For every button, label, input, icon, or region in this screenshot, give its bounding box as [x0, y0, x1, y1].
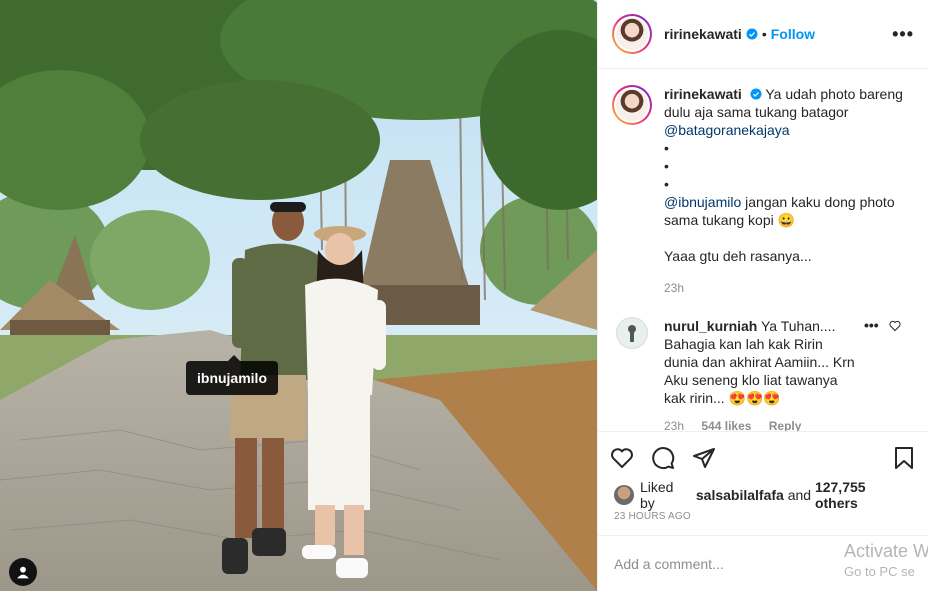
mention-ibnujamilo[interactable]: @ibnujamilo	[664, 194, 741, 210]
caption-text-line3: Yaaa gtu deh rasanya...	[664, 248, 812, 264]
user-tag-icon	[17, 566, 29, 579]
post-side-panel: ririnekawati • Follow ••• ririnekawati Y…	[597, 0, 928, 591]
paper-plane-icon[interactable]	[692, 446, 716, 470]
author-username[interactable]: ririnekawati	[664, 26, 742, 42]
post-header: ririnekawati • Follow •••	[598, 0, 928, 69]
caption-body: ririnekawati Ya udah photo bareng dulu a…	[664, 85, 904, 297]
comment-likes[interactable]: 544 likes	[701, 419, 751, 431]
comment-bubble-icon[interactable]	[651, 446, 675, 470]
instagram-post-viewer: ibnujamilo ririnekawati • Follow ••• rir…	[0, 0, 928, 591]
likes-middle: and	[787, 487, 812, 503]
comment-time[interactable]: 23h	[664, 419, 684, 431]
comment-actions: •••	[864, 317, 901, 431]
comment-reply-button[interactable]: Reply	[769, 419, 802, 431]
add-comment-input[interactable]: Add a comment...	[614, 556, 724, 572]
comment-username[interactable]: nurul_kurniah	[664, 318, 757, 334]
caption-meta: 23h	[664, 279, 904, 297]
comment-meta: 23h 544 likes Reply	[664, 417, 860, 431]
comment-body: nurul_kurniah Ya Tuhan.... Bahagia kan l…	[664, 317, 860, 431]
photo-scene	[0, 0, 597, 591]
comments-section: ririnekawati Ya udah photo bareng dulu a…	[598, 69, 928, 431]
watermark-line2: Go to PC se	[844, 564, 915, 579]
caption-bullet: •	[664, 176, 669, 192]
comment-item: nurul_kurniah Ya Tuhan.... Bahagia kan l…	[612, 317, 914, 431]
comment-avatar-figure-icon	[628, 325, 636, 342]
user-tag-button[interactable]	[9, 558, 37, 586]
caption-avatar[interactable]	[612, 85, 652, 125]
author-avatar[interactable]	[612, 14, 652, 54]
caption: ririnekawati Ya udah photo bareng dulu a…	[612, 85, 914, 297]
liker-username[interactable]: salsabilalfafa	[696, 487, 784, 503]
post-photo[interactable]: ibnujamilo	[0, 0, 597, 591]
verified-badge-icon	[750, 88, 762, 100]
watermark-line1: Activate W	[844, 541, 928, 561]
header-dot: •	[761, 26, 767, 42]
mention-batagoranekajaya[interactable]: @batagoranekajaya	[664, 122, 790, 138]
comment-avatar[interactable]	[616, 317, 648, 349]
caption-username[interactable]: ririnekawati	[664, 86, 742, 102]
caption-time[interactable]: 23h	[664, 281, 684, 295]
post-actions	[598, 431, 928, 483]
photo-user-tag[interactable]: ibnujamilo	[186, 355, 278, 395]
follow-button[interactable]: Follow	[771, 26, 815, 42]
bookmark-icon[interactable]	[892, 446, 916, 470]
likes-summary: Liked by salsabilalfafa and 127,755 othe…	[598, 479, 928, 511]
liker-avatar[interactable]	[614, 485, 634, 505]
caption-bullet: •	[664, 140, 669, 156]
verified-badge-icon	[746, 28, 758, 40]
post-timestamp[interactable]: 23 HOURS AGO	[598, 507, 928, 535]
heart-icon[interactable]	[610, 446, 634, 470]
comment-heart-icon[interactable]	[889, 320, 901, 332]
windows-activation-watermark: Activate W Go to PC se	[844, 541, 928, 579]
caption-bullet: •	[664, 158, 669, 174]
post-options-button[interactable]: •••	[892, 24, 914, 45]
comment-options-button[interactable]: •••	[864, 317, 879, 431]
